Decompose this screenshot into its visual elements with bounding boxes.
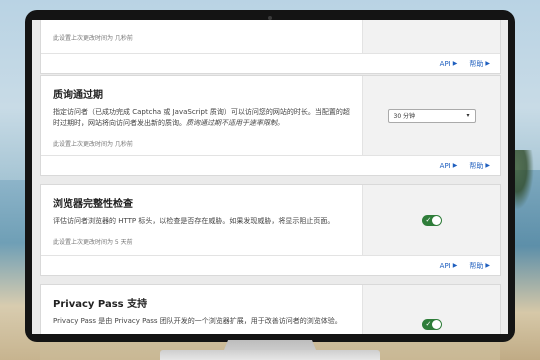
api-link[interactable]: API ▶: [440, 262, 458, 270]
api-link[interactable]: API ▶: [440, 162, 458, 170]
settings-card-previous: 此设置上次更改时间为 几秒前 API ▶ 帮助 ▶: [40, 20, 501, 74]
privacy-pass-card: Privacy Pass 支持 Privacy Pass 是由 Privacy …: [40, 284, 501, 334]
card-description: 评估访问者浏览器的 HTTP 标头，以检查是否存在威胁。如果发现威胁，将显示阻止…: [53, 217, 335, 225]
card-title: 浏览器完整性检查: [53, 199, 133, 210]
monitor-stand-base: [160, 350, 380, 360]
privacy-pass-toggle[interactable]: ✓: [421, 319, 442, 330]
card-description: Privacy Pass 是由 Privacy Pass 团队开发的一个浏览器扩…: [53, 317, 342, 325]
challenge-passage-card: 质询通过期 指定访问者（已成功完成 Captcha 或 JavaScript 质…: [40, 75, 501, 176]
last-changed-text: 此设置上次更改时间为 几秒前: [53, 141, 133, 148]
caret-right-icon: ▶: [485, 60, 490, 67]
card-title: Privacy Pass 支持: [53, 299, 148, 310]
check-icon: ✓: [425, 215, 432, 224]
browser-integrity-toggle[interactable]: ✓: [421, 214, 442, 226]
caret-right-icon: ▶: [485, 162, 490, 169]
caret-right-icon: ▶: [485, 262, 490, 269]
caret-right-icon: ▶: [452, 262, 458, 269]
card-title: 质询通过期: [53, 90, 103, 101]
card-description: 指定访问者（已成功完成 Captcha 或 JavaScript 质询）可以访问…: [53, 108, 350, 127]
api-link[interactable]: API ▶: [440, 60, 458, 68]
help-link[interactable]: 帮助 ▶: [469, 261, 490, 271]
caret-right-icon: ▶: [452, 162, 458, 169]
check-icon: ✓: [425, 320, 432, 328]
last-changed-text: 此设置上次更改时间为 5 天前: [53, 239, 133, 246]
browser-integrity-check-card: 浏览器完整性检查 评估访问者浏览器的 HTTP 标头，以检查是否存在威胁。如果发…: [40, 184, 501, 276]
last-changed-text: 此设置上次更改时间为 几秒前: [53, 35, 133, 42]
help-link[interactable]: 帮助 ▶: [469, 161, 490, 171]
help-link[interactable]: 帮助 ▶: [469, 59, 490, 69]
chevron-down-icon: ▾: [466, 112, 470, 119]
caret-right-icon: ▶: [452, 60, 458, 67]
challenge-passage-select[interactable]: 30 分钟 ▾: [387, 108, 476, 123]
monitor-screen: 此设置上次更改时间为 几秒前 API ▶ 帮助 ▶ 质询通过期 指定访问者（已成功完…: [32, 20, 508, 334]
